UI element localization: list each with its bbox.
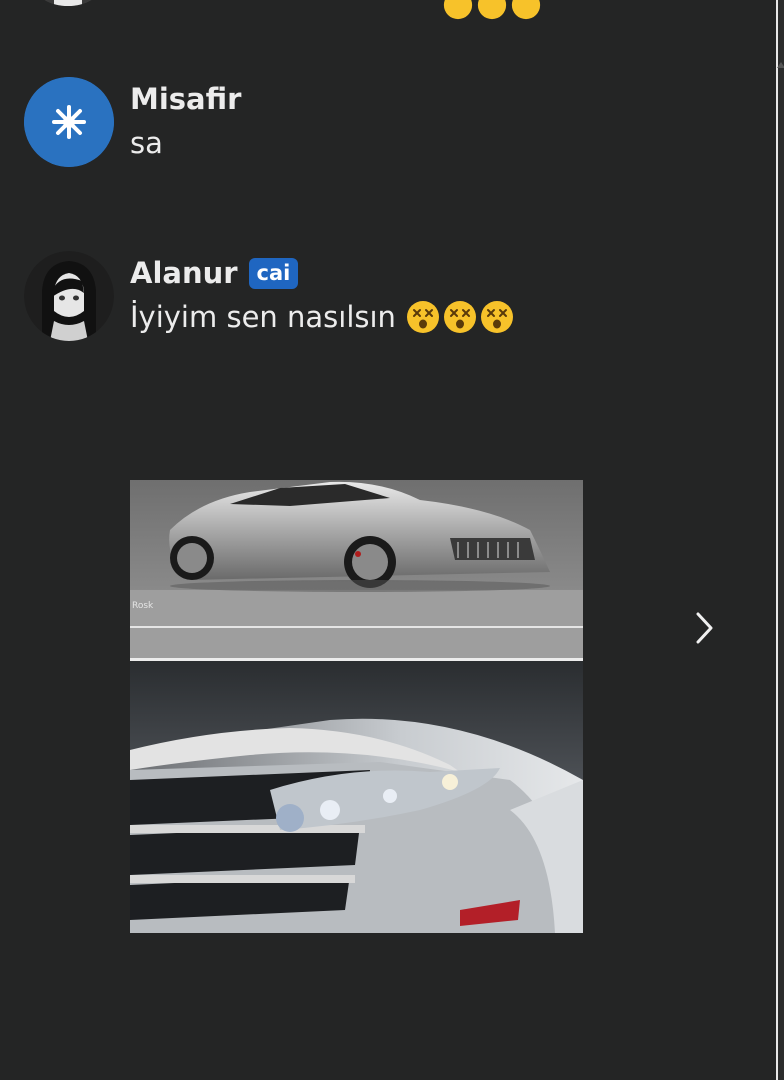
character-avatar[interactable] xyxy=(24,251,114,341)
star-burst-icon xyxy=(24,77,114,167)
message-author: Misafir xyxy=(130,82,242,116)
dizzy-face-emoji-icon xyxy=(443,301,476,333)
user-avatar[interactable] xyxy=(24,77,114,167)
generated-image[interactable]: Rosk xyxy=(130,480,583,933)
chevron-right-icon xyxy=(696,612,713,644)
scroll-up-arrow-icon[interactable] xyxy=(777,62,784,68)
scrollbar-track xyxy=(776,0,778,1080)
scrollbar[interactable] xyxy=(776,0,784,1080)
svg-text:Rosk: Rosk xyxy=(132,601,154,611)
anime-girl-avatar-icon xyxy=(24,251,114,341)
ai-badge: cai xyxy=(248,257,299,289)
previous-message-emojis xyxy=(443,0,541,20)
message-text: İyiyim sen nasılsın xyxy=(130,300,396,334)
chat-page: Misafir sa Alanur cai İyiyim sen nasılsı… xyxy=(0,0,784,1080)
message-author: Alanur xyxy=(130,256,238,290)
next-image-button[interactable] xyxy=(686,606,722,650)
dizzy-face-emoji-icon xyxy=(406,301,439,333)
message-text: sa xyxy=(130,126,163,160)
dizzy-face-emoji-icon xyxy=(511,0,541,20)
dizzy-face-emoji-icon xyxy=(480,301,513,333)
dizzy-face-emoji-icon xyxy=(443,0,473,20)
chat-message: Misafir sa xyxy=(24,77,241,167)
chat-message: Alanur cai İyiyim sen nasılsın xyxy=(24,251,514,341)
message-emojis xyxy=(406,300,514,334)
dizzy-face-emoji-icon xyxy=(477,0,507,20)
previous-message-avatar[interactable] xyxy=(34,0,102,6)
